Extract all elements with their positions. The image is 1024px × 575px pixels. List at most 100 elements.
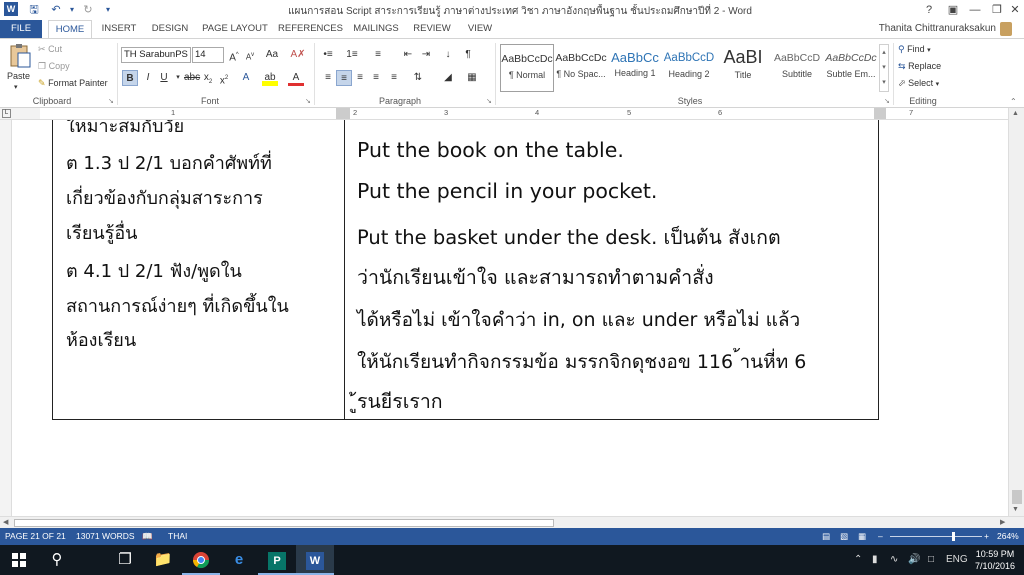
style-subtle-emphasis[interactable]: AaBbCcDc Subtle Em... <box>824 44 878 92</box>
font-name-select[interactable]: TH SarabunPS <box>121 47 191 63</box>
change-case-icon[interactable]: Aa <box>264 47 280 63</box>
shading-icon[interactable]: ◢ <box>440 70 456 86</box>
scroll-thumb[interactable] <box>14 519 554 527</box>
volume-icon[interactable]: 🔊 <box>908 545 920 575</box>
multilevel-list-icon[interactable]: ≡ <box>370 47 386 63</box>
tab-references[interactable]: REFERENCES <box>278 20 343 38</box>
tab-selector-icon[interactable]: L <box>2 109 11 118</box>
decrease-indent-icon[interactable]: ⇤ <box>400 47 416 63</box>
help-button[interactable]: ? <box>916 0 942 20</box>
tray-overflow-icon[interactable]: ⌃ <box>854 545 862 575</box>
style-heading-2[interactable]: AaBbCcD Heading 2 <box>662 44 716 92</box>
zoom-slider-thumb[interactable] <box>952 532 955 541</box>
tab-insert[interactable]: INSERT <box>98 20 140 38</box>
paste-button[interactable]: Paste <box>7 71 30 81</box>
word-app-icon[interactable]: W <box>4 2 18 16</box>
strikethrough-button[interactable]: abc <box>184 70 200 86</box>
edge-icon[interactable]: e <box>220 545 258 575</box>
zoom-slider[interactable] <box>890 536 982 537</box>
text-effects-icon[interactable]: A <box>238 70 254 86</box>
horizontal-scrollbar[interactable]: ◀ ▶ <box>0 516 1024 528</box>
grow-font-icon[interactable]: A^ <box>226 47 242 63</box>
copy-button[interactable]: ❐ Copy <box>38 61 70 72</box>
bullets-icon[interactable]: •≡ <box>320 47 336 63</box>
column-marker[interactable] <box>336 108 350 119</box>
task-view-icon[interactable]: ❐ <box>106 545 144 575</box>
scroll-up-icon[interactable]: ▲ <box>1012 110 1019 117</box>
paste-dropdown-icon[interactable]: ▾ <box>14 83 18 91</box>
user-name[interactable]: Thanita Chittranuraksakun <box>879 23 996 34</box>
start-button[interactable] <box>0 545 38 575</box>
horizontal-ruler[interactable]: L 1 2 3 4 5 6 7 <box>0 108 1024 120</box>
replace-button[interactable]: ⇆ Replace <box>898 61 941 72</box>
clipboard-launcher-icon[interactable]: ↘ <box>108 97 114 105</box>
file-explorer-icon[interactable]: 📁 <box>144 545 182 575</box>
clear-formatting-icon[interactable]: A✗ <box>290 47 306 63</box>
tab-design[interactable]: DESIGN <box>148 20 192 38</box>
vertical-scrollbar[interactable]: ▲ ▼ <box>1008 108 1024 516</box>
increase-indent-icon[interactable]: ⇥ <box>418 47 434 63</box>
tab-home[interactable]: HOME <box>48 20 92 38</box>
chrome-icon[interactable] <box>182 545 220 575</box>
zoom-in-icon[interactable]: + <box>984 531 989 541</box>
vertical-ruler[interactable] <box>0 120 12 516</box>
zoom-level[interactable]: 264% <box>997 531 1019 541</box>
paste-icon[interactable] <box>8 43 32 69</box>
line-spacing-icon[interactable]: ⇅ <box>410 70 426 86</box>
zoom-out-icon[interactable]: – <box>878 531 883 541</box>
bold-button[interactable]: B <box>122 70 138 86</box>
styles-scroll[interactable]: ▴ ▾ ▾ <box>879 44 889 92</box>
style-no-spacing[interactable]: AaBbCcDc ¶ No Spac... <box>554 44 608 92</box>
scroll-thumb[interactable] <box>1012 490 1022 504</box>
input-language[interactable]: ENG <box>946 545 968 575</box>
italic-button[interactable]: I <box>140 70 156 86</box>
web-layout-icon[interactable]: ▦ <box>858 531 866 542</box>
superscript-button[interactable]: x2 <box>216 70 232 86</box>
format-painter-button[interactable]: ✎ Format Painter <box>38 78 108 89</box>
scroll-right-icon[interactable]: ▶ <box>1000 518 1005 526</box>
tab-page-layout[interactable]: PAGE LAYOUT <box>200 20 270 38</box>
redo-icon[interactable]: ↻ <box>80 2 96 18</box>
font-color-icon[interactable]: A <box>288 70 304 86</box>
read-mode-icon[interactable]: ▤ <box>822 531 830 542</box>
print-layout-icon[interactable]: ▧ <box>840 531 848 542</box>
numbering-icon[interactable]: 1≡ <box>344 47 360 63</box>
align-center-icon[interactable]: ≡ <box>336 70 352 86</box>
style-heading-1[interactable]: AaBbCc Heading 1 <box>608 44 662 92</box>
tab-mailings[interactable]: MAILINGS <box>350 20 402 38</box>
select-button[interactable]: ⬀ Select ▾ <box>898 78 939 89</box>
page-count[interactable]: PAGE 21 OF 21 <box>5 531 66 541</box>
style-subtitle[interactable]: AaBbCcD Subtitle <box>770 44 824 92</box>
document-page[interactable]: ใหมาะสมกับวัย ต 1.3 ป 2/1 บอกคำศัพท์ที่ … <box>12 120 1008 516</box>
tab-file[interactable]: FILE <box>0 20 42 38</box>
font-launcher-icon[interactable]: ↘ <box>305 97 311 105</box>
customize-qat-icon[interactable]: ▾ <box>100 2 116 18</box>
tab-review[interactable]: REVIEW <box>410 20 454 38</box>
tab-view[interactable]: VIEW <box>462 20 498 38</box>
styles-launcher-icon[interactable]: ↘ <box>884 97 890 105</box>
wifi-icon[interactable]: ∿ <box>890 545 898 575</box>
shrink-font-icon[interactable]: Av <box>242 47 258 63</box>
publisher-icon[interactable]: P <box>258 545 296 575</box>
align-right-icon[interactable]: ≡ <box>352 70 368 86</box>
scroll-left-icon[interactable]: ◀ <box>3 518 8 526</box>
save-icon[interactable]: 🖫 <box>26 2 42 18</box>
show-marks-icon[interactable]: ¶ <box>460 47 476 63</box>
cut-button[interactable]: ✂ Cut <box>38 44 62 55</box>
font-size-select[interactable]: 14 <box>192 47 224 63</box>
style-normal[interactable]: AaBbCcDc ¶ Normal <box>500 44 554 92</box>
clock[interactable]: 10:59 PM 7/10/2016 <box>970 548 1020 572</box>
battery-icon[interactable]: ▮ <box>872 545 878 575</box>
undo-icon[interactable]: ↶ <box>48 2 64 18</box>
column-marker[interactable] <box>874 108 886 119</box>
undo-dropdown-icon[interactable]: ▾ <box>64 2 80 18</box>
paragraph-launcher-icon[interactable]: ↘ <box>486 97 492 105</box>
highlight-color-icon[interactable]: ab <box>262 70 278 86</box>
action-center-icon[interactable]: □ <box>928 545 934 575</box>
user-avatar[interactable] <box>1000 22 1012 36</box>
find-button[interactable]: ⚲ Find ▾ <box>898 44 931 55</box>
justify-icon[interactable]: ≡ <box>368 70 384 86</box>
sort-icon[interactable]: ↓ <box>440 47 456 63</box>
search-icon[interactable]: ⚲ <box>38 545 76 575</box>
subscript-button[interactable]: x2 <box>200 70 216 86</box>
